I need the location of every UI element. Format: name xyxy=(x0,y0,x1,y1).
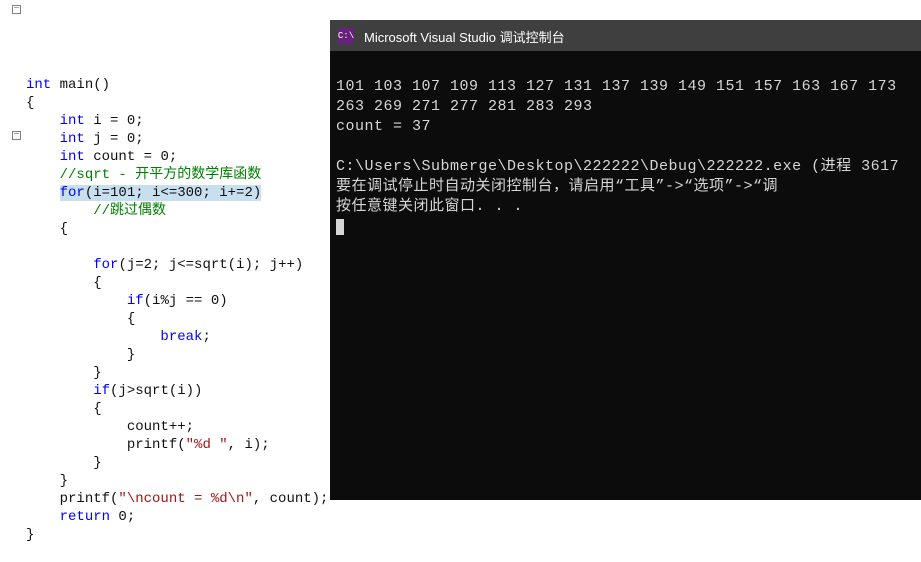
printf-rest: , i); xyxy=(228,437,270,453)
out-line: 按任意键关闭此窗口. . . xyxy=(336,198,523,215)
for-head: (i=101; i<=300; i+=2) xyxy=(85,185,261,201)
kw-for: for xyxy=(93,257,118,273)
brace: { xyxy=(26,95,34,111)
brace: } xyxy=(93,455,101,471)
out-line: count = 37 xyxy=(336,118,431,135)
kw-return: return xyxy=(60,509,110,525)
printf-rest: , count); xyxy=(253,491,329,507)
if-head: (i%j == 0) xyxy=(144,293,228,309)
fn-main: main() xyxy=(51,77,110,93)
if2-head: (j>sqrt(i)) xyxy=(110,383,202,399)
code-editor-pane[interactable]: int main() { int i = 0; int j = 0; int c… xyxy=(0,0,330,504)
for2-head: (j=2; j<=sqrt(i); j++) xyxy=(118,257,303,273)
fn-printf: printf( xyxy=(60,491,119,507)
console-title: Microsoft Visual Studio 调试控制台 xyxy=(364,27,565,46)
brace: } xyxy=(60,473,68,489)
out-line: 263 269 271 277 281 283 293 xyxy=(336,98,593,115)
decl-i: i = 0; xyxy=(85,113,144,129)
out-line: 101 103 107 109 113 127 131 137 139 149 … xyxy=(336,78,897,95)
console-titlebar[interactable]: C:\ Microsoft Visual Studio 调试控制台 xyxy=(330,21,921,51)
decl-j: j = 0; xyxy=(85,131,144,147)
return-rest: 0; xyxy=(110,509,135,525)
kw-for: for xyxy=(60,185,85,201)
cursor-block xyxy=(336,219,344,235)
comment-skip: //跳过偶数 xyxy=(93,203,166,219)
brace: } xyxy=(26,527,34,543)
brace: } xyxy=(127,347,135,363)
str-lit: "%d " xyxy=(186,437,228,453)
str-lit: "\ncount = %d\n" xyxy=(118,491,252,507)
brace: } xyxy=(93,365,101,381)
brace: { xyxy=(93,275,101,291)
fold-toggle[interactable] xyxy=(12,5,21,14)
kw-int: int xyxy=(60,149,85,165)
vs-console-icon: C:\ xyxy=(338,28,354,44)
fn-printf: printf( xyxy=(127,437,186,453)
brace: { xyxy=(60,221,68,237)
kw-if: if xyxy=(93,383,110,399)
kw-break: break xyxy=(160,329,202,345)
kw-int: int xyxy=(60,131,85,147)
out-line: C:\Users\Submerge\Desktop\222222\Debug\2… xyxy=(336,158,899,175)
brace: { xyxy=(93,401,101,417)
kw-int: int xyxy=(60,113,85,129)
comment-sqrt: //sqrt - 开平方的数学库函数 xyxy=(60,167,262,183)
out-line: 要在调试停止时自动关闭控制台，请启用“工具”->“选项”->“调 xyxy=(336,178,778,195)
kw-if: if xyxy=(127,293,144,309)
decl-count: count = 0; xyxy=(85,149,177,165)
code-content: int main() { int i = 0; int j = 0; int c… xyxy=(26,58,330,544)
folding-gutter xyxy=(0,0,18,504)
semi: ; xyxy=(202,329,210,345)
brace: { xyxy=(127,311,135,327)
stmt-countpp: count++; xyxy=(127,419,194,435)
kw-int: int xyxy=(26,77,51,93)
fold-toggle[interactable] xyxy=(12,131,21,140)
console-output: 101 103 107 109 113 127 131 137 139 149 … xyxy=(330,51,921,263)
debug-console-window[interactable]: C:\ Microsoft Visual Studio 调试控制台 101 10… xyxy=(330,20,921,500)
